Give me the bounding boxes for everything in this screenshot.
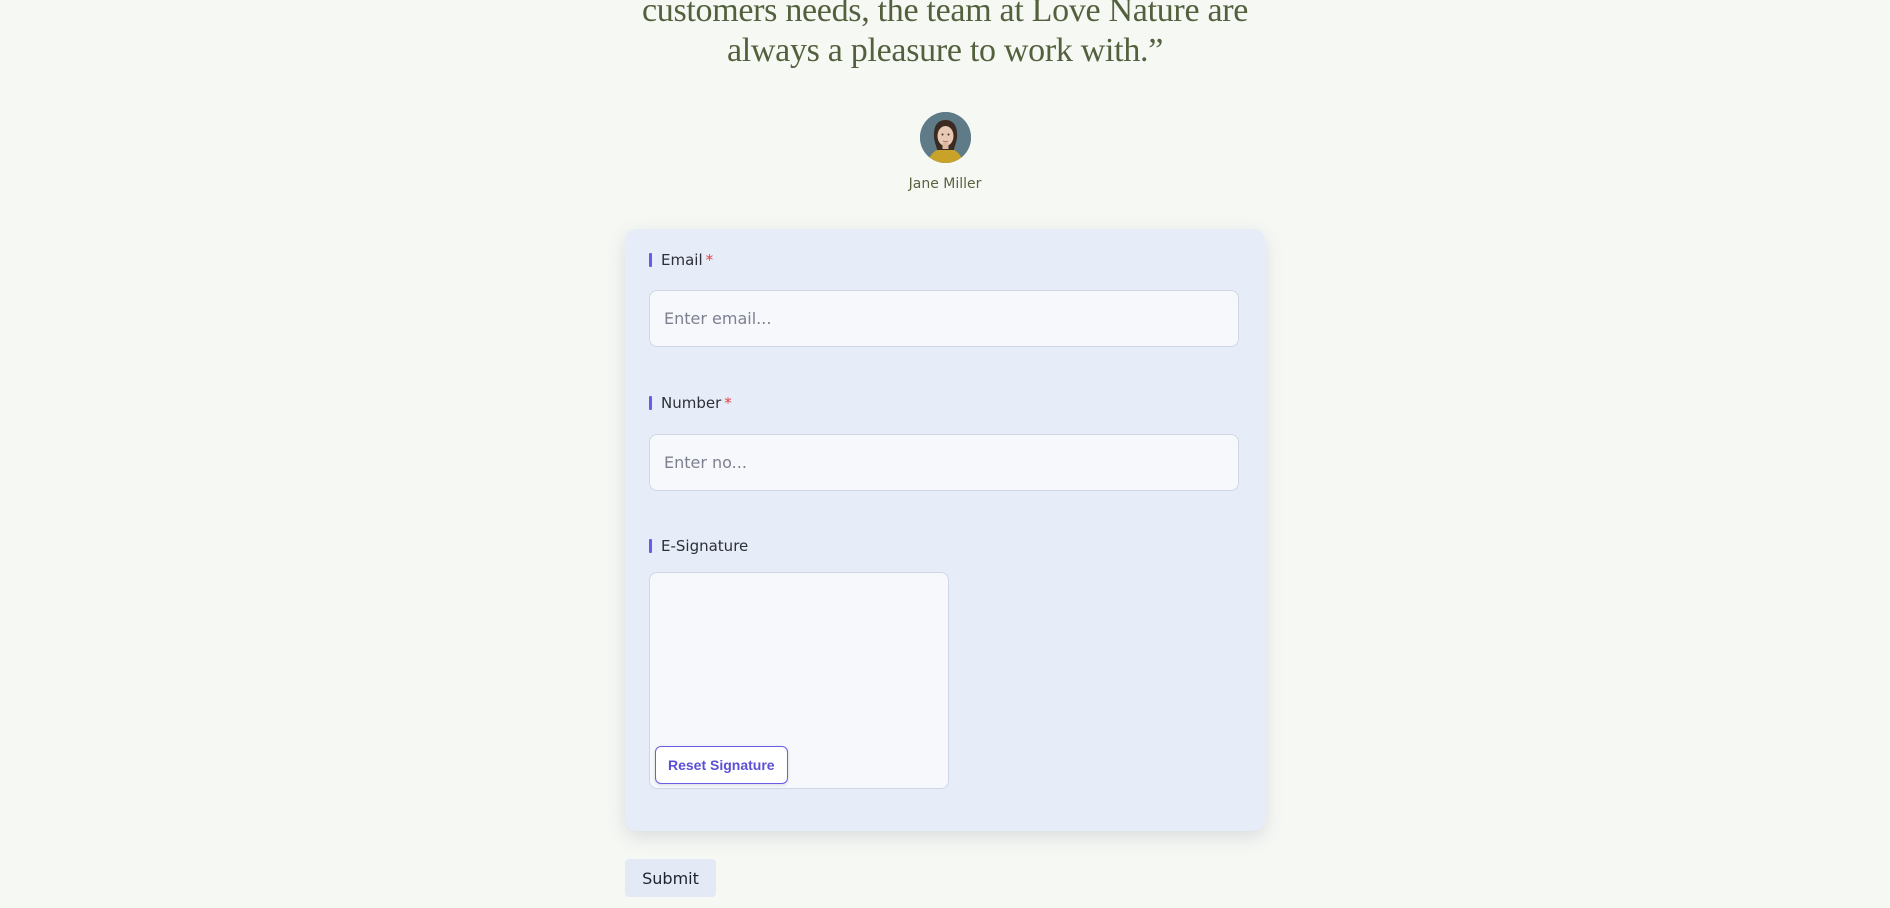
contact-form: Email * Number * E-Signature Reset Signa… (625, 229, 1265, 831)
author-avatar (920, 112, 971, 163)
required-asterisk: * (705, 251, 714, 269)
testimonial-quote-line-1: customers needs, the team at Love Nature… (641, 0, 1249, 29)
author-name: Jane Miller (908, 176, 982, 192)
required-asterisk: * (724, 394, 732, 412)
label-accent-bar (649, 396, 652, 410)
submit-button[interactable]: Submit (625, 859, 716, 897)
email-input[interactable] (649, 290, 1239, 347)
number-label-text: Number (661, 394, 722, 412)
reset-signature-button[interactable]: Reset Signature (655, 746, 788, 784)
signature-label-text: E-Signature (661, 537, 749, 555)
label-accent-bar (649, 253, 652, 267)
testimonial-quote-line-2: always a pleasure to work with.” (726, 32, 1164, 69)
label-accent-bar (649, 539, 652, 553)
email-label-text: Email (661, 251, 703, 269)
signature-pad[interactable]: Reset Signature (649, 572, 949, 789)
email-label: Email * (649, 250, 713, 270)
number-input[interactable] (649, 434, 1239, 491)
signature-label: E-Signature (649, 536, 748, 556)
number-label: Number * (649, 393, 732, 413)
